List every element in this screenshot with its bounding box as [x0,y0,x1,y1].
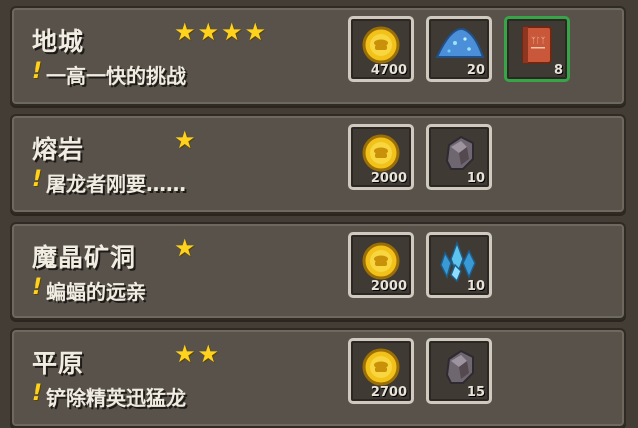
exclamation-icon: ! [32,167,43,192]
reward-quantity: 2000 [370,171,407,186]
difficulty-stars: ★ [174,234,198,262]
exclamation-icon: ! [32,381,43,406]
dungeon-title: 平原 [32,349,85,378]
reward-quantity: 20 [466,63,485,78]
reward-slot-gold[interactable]: 2700 [348,338,414,404]
reward-slot-crystal[interactable]: 10 [426,232,492,298]
reward-quantity: 10 [466,279,485,294]
dungeon-card-lava[interactable]: 熔岩 ★ ! 屠龙者刚要…… 2000 10 [10,114,626,214]
exclamation-icon: ! [32,59,43,84]
reward-quantity: 4700 [370,63,407,78]
reward-slot-tome[interactable]: ᛉᛚᛉ 8 [504,16,570,82]
reward-slot-ore[interactable]: 10 [426,124,492,190]
reward-slot-gold[interactable]: 2000 [348,124,414,190]
difficulty-stars: ★ [174,126,198,154]
reward-quantity: 10 [466,171,485,186]
dungeon-list: 地城 ★★★★ ! 一高一快的挑战 4700 20 ᛉᛚᛉ 8 熔岩 ★ ! 屠… [0,0,638,428]
svg-text:ᛉᛚᛉ: ᛉᛚᛉ [531,36,546,45]
difficulty-stars: ★★ [174,340,222,368]
difficulty-stars: ★★★★ [174,18,269,46]
reward-quantity: 2000 [370,279,407,294]
dungeon-title: 魔晶矿洞 [32,243,137,272]
reward-quantity: 2700 [370,385,407,400]
reward-slot-gold[interactable]: 4700 [348,16,414,82]
dungeon-title: 地城 [32,27,85,56]
dungeon-card-dungeon[interactable]: 地城 ★★★★ ! 一高一快的挑战 4700 20 ᛉᛚᛉ 8 [10,6,626,106]
dungeon-card-crystal-mine[interactable]: 魔晶矿洞 ★ ! 蝙蝠的远亲 2000 10 [10,222,626,320]
reward-slot-ore[interactable]: 15 [426,338,492,404]
dungeon-description: 铲除精英迅猛龙 [46,386,186,410]
reward-slot-sand[interactable]: 20 [426,16,492,82]
dungeon-title: 熔岩 [32,135,85,164]
dungeon-description: 屠龙者刚要…… [46,172,186,196]
reward-quantity: 8 [553,63,563,78]
reward-slot-gold[interactable]: 2000 [348,232,414,298]
exclamation-icon: ! [32,275,43,300]
dungeon-description: 一高一快的挑战 [46,64,186,88]
dungeon-description: 蝙蝠的远亲 [46,280,146,304]
dungeon-card-plains[interactable]: 平原 ★★ ! 铲除精英迅猛龙 2700 15 [10,328,626,428]
reward-quantity: 15 [466,385,485,400]
